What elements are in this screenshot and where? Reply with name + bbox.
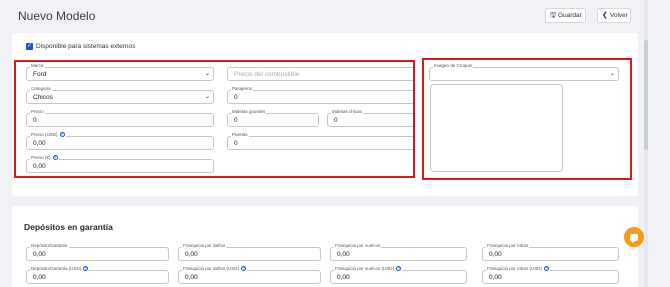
franquicia-robos-usd-label: Franquicia por robos (USD) (487, 266, 543, 271)
franquicia-robos-label: Franquicia por robos (486, 243, 530, 249)
franquicia-danos-label: Franquicia por daños (182, 243, 227, 249)
scrollbar-thumb[interactable] (644, 40, 648, 150)
franquicia-danos-usd-value: 0,00 (185, 274, 198, 281)
highlight-box-croquis (422, 58, 632, 180)
back-button[interactable]: ❮ Volver (597, 8, 631, 23)
deposito-value: 0,00 (33, 251, 46, 258)
franquicia-danos-input[interactable]: Franquicia por daños 0,00 (178, 243, 321, 261)
top-bar: Nuevo Modelo 🖫 Guardar ❮ Volver (0, 0, 670, 34)
chat-icon (630, 233, 638, 243)
franquicia-danos-usd-label: Franquicia por daños (USD) (183, 266, 240, 271)
franquicia-danos-value: 0,00 (185, 251, 198, 258)
chat-button[interactable] (624, 227, 644, 247)
deposito-usd-input[interactable]: Depósito/Garantía (USD)? 0,00 (26, 266, 169, 284)
highlight-box-fields (14, 60, 415, 178)
franquicia-danos-usd-label-wrap: Franquicia por daños (USD)? (182, 266, 248, 272)
deposits-title: Depósitos en garantía (24, 222, 113, 232)
deposito-label: Depósito/Garantía (30, 243, 69, 249)
franquicia-robos-input[interactable]: Franquicia por robos 0,00 (482, 243, 619, 261)
question-circle-icon[interactable]: ? (396, 266, 402, 271)
franquicia-vuelcos-value: 0,00 (337, 251, 350, 258)
question-circle-icon[interactable]: ? (544, 266, 550, 271)
franquicia-robos-usd-value: 0,00 (489, 274, 502, 281)
chevron-left-icon: ❮ (602, 12, 608, 19)
franquicia-danos-usd-input[interactable]: Franquicia por daños (USD)? 0,00 (178, 266, 321, 284)
franquicia-vuelcos-usd-label: Franquicia por vuelcos (USD) (335, 266, 395, 271)
back-button-label: Volver (609, 12, 628, 19)
deposito-usd-label-wrap: Depósito/Garantía (USD)? (30, 266, 90, 272)
franquicia-robos-value: 0,00 (489, 251, 502, 258)
franquicia-vuelcos-usd-input[interactable]: Franquicia por vuelcos (USD)? 0,00 (330, 266, 467, 284)
franquicia-vuelcos-label: Franquicia por vuelcos (334, 243, 382, 249)
deposito-usd-value: 0,00 (33, 274, 46, 281)
external-systems-label: Disponible para sistemas externos (36, 43, 136, 50)
question-circle-icon[interactable]: ? (241, 266, 247, 271)
franquicia-robos-usd-label-wrap: Franquicia por robos (USD)? (486, 266, 551, 272)
deposito-input[interactable]: Depósito/Garantía 0,00 (26, 243, 169, 261)
save-button-label: Guardar (557, 12, 582, 19)
save-button[interactable]: 🖫 Guardar (545, 8, 586, 23)
deposito-usd-label: Depósito/Garantía (USD) (31, 266, 82, 271)
franquicia-vuelcos-usd-label-wrap: Franquicia por vuelcos (USD)? (334, 266, 403, 272)
franquicia-vuelcos-input[interactable]: Franquicia por vuelcos 0,00 (330, 243, 467, 261)
question-circle-icon[interactable]: ? (83, 266, 89, 271)
franquicia-robos-usd-input[interactable]: Franquicia por robos (USD)? 0,00 (482, 266, 619, 284)
page-title: Nuevo Modelo (18, 9, 96, 23)
external-systems-row[interactable]: ✓ Disponible para sistemas externos (26, 43, 135, 50)
franquicia-vuelcos-usd-value: 0,00 (337, 274, 350, 281)
external-systems-checkbox[interactable]: ✓ (26, 43, 33, 50)
save-icon: 🖫 (550, 12, 556, 19)
